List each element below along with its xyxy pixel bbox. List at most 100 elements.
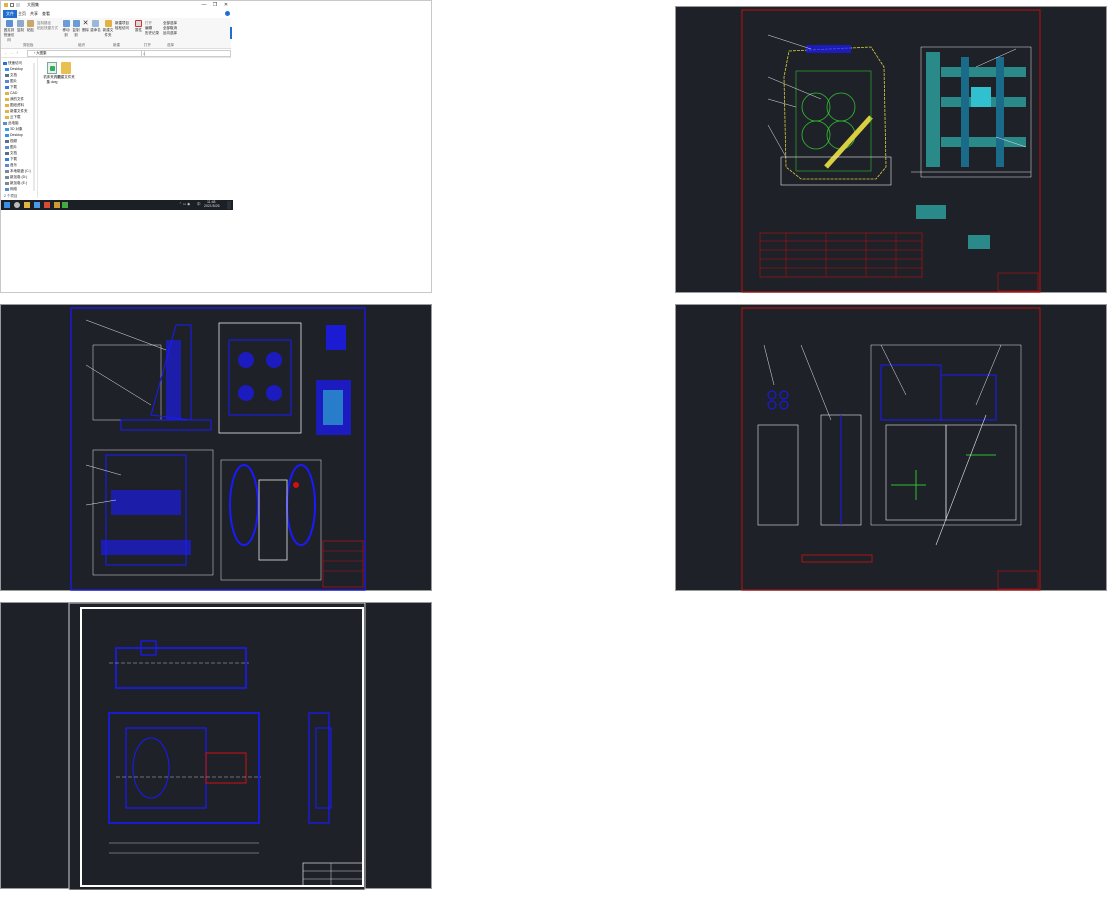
nav-item[interactable]: 新加卷 (D:) xyxy=(5,175,27,180)
nav-item-label: 新建文件夹 xyxy=(10,109,28,113)
file-explorer-window: 大图集 — ❐ ✕ 文件 主页 共享 查看 固定到快速访问 复制 粘贴 复制路径… xyxy=(0,0,432,293)
nav-item-icon xyxy=(5,187,9,191)
start-icon[interactable] xyxy=(4,202,10,208)
nav-item[interactable]: 下载 xyxy=(5,157,17,162)
nav-item[interactable]: 3D 对象 xyxy=(5,127,22,132)
notification-icon[interactable] xyxy=(227,201,231,209)
up-arrow-icon[interactable]: ↑ xyxy=(16,50,18,55)
nav-item-label: 本地磁盘 (C:) xyxy=(10,169,31,173)
help-icon[interactable] xyxy=(225,11,230,16)
nav-item[interactable]: 音乐 xyxy=(5,163,17,168)
nav-item-icon xyxy=(5,145,9,149)
pin-icon xyxy=(5,20,13,27)
nav-item-icon xyxy=(5,97,9,101)
properties-icon xyxy=(135,20,142,27)
rename-icon xyxy=(92,20,99,27)
nav-item[interactable]: 快速访问 xyxy=(3,61,22,66)
nav-item-icon xyxy=(5,163,9,167)
move-to-button[interactable]: 移动到 xyxy=(61,20,71,38)
search-taskbar-icon[interactable] xyxy=(14,202,20,208)
ime-indicator[interactable]: 中 xyxy=(197,202,201,207)
invert-selection-item[interactable]: 反向选择 xyxy=(163,31,177,36)
address-field[interactable]: › 大图集 xyxy=(27,50,145,57)
pin-button[interactable]: 固定到快速访问 xyxy=(3,20,15,43)
nav-item[interactable]: 网络 xyxy=(5,187,17,192)
delete-button[interactable]: ✕ 删除 xyxy=(81,20,90,33)
undo-icon[interactable] xyxy=(16,3,20,7)
cad-taskbar-icon[interactable] xyxy=(54,202,60,208)
nav-item-icon xyxy=(5,157,9,161)
nav-item-icon xyxy=(5,181,9,185)
nav-item-icon xyxy=(3,121,7,125)
edge-taskbar-icon[interactable] xyxy=(34,202,40,208)
drawing-4-graphic xyxy=(68,602,366,891)
nav-item[interactable]: 文档 xyxy=(5,151,17,156)
copy-to-button[interactable]: 复制到 xyxy=(71,20,81,38)
nav-item-icon xyxy=(5,73,9,77)
nav-item-icon xyxy=(5,79,9,83)
nav-item-icon xyxy=(5,139,9,143)
nav-item[interactable]: 此电脑 xyxy=(3,121,19,126)
copy-button[interactable]: 复制 xyxy=(16,20,25,33)
nav-item-label: 音乐 xyxy=(10,163,17,167)
nav-item[interactable]: Desktop xyxy=(5,133,23,137)
maximize-button[interactable]: ❐ xyxy=(210,1,220,9)
nav-item[interactable]: 图片 xyxy=(5,79,17,84)
file-list: 机床夹具图集.dwg 新建文件夹 xyxy=(38,58,231,198)
cad-drawing-1 xyxy=(675,6,1107,293)
easy-access-item[interactable]: 轻松访问 xyxy=(115,26,129,31)
quick-access-icon[interactable] xyxy=(10,3,14,7)
nav-item[interactable]: 视频 xyxy=(5,139,17,144)
drawing-1-graphic xyxy=(741,9,1041,293)
properties-button[interactable]: 属性 xyxy=(134,20,143,33)
nav-item[interactable]: 图片 xyxy=(5,145,17,150)
paste-button[interactable]: 粘贴 xyxy=(26,20,35,33)
history-item[interactable]: 历史记录 xyxy=(145,31,159,36)
nav-item-label: 图纸资料 xyxy=(10,103,24,107)
rename-button[interactable]: 重命名 xyxy=(90,20,101,33)
file-item-folder[interactable]: 新建文件夹 xyxy=(54,62,78,80)
search-input[interactable]: ⌕ xyxy=(141,50,231,57)
copy-icon xyxy=(17,20,24,27)
paste-shortcut-item[interactable]: 粘贴快捷方式 xyxy=(37,26,58,31)
nav-item-icon xyxy=(5,115,9,119)
nav-item-label: 我的文件 xyxy=(10,97,24,101)
cad-drawing-3 xyxy=(675,304,1107,591)
nav-item-label: 文档 xyxy=(10,151,17,155)
explorer-taskbar-icon[interactable] xyxy=(24,202,30,208)
nav-item-icon xyxy=(5,169,9,173)
close-button[interactable]: ✕ xyxy=(221,1,231,9)
group-label-clipboard: 剪贴板 xyxy=(23,43,34,47)
minimize-button[interactable]: — xyxy=(199,1,209,9)
nav-item[interactable]: 本地磁盘 (C:) xyxy=(5,169,31,174)
nav-item-label: 文档 xyxy=(10,73,17,77)
nav-item[interactable]: 文档 xyxy=(5,73,17,78)
app-taskbar-icon[interactable] xyxy=(44,202,50,208)
nav-item-label: 下载 xyxy=(10,157,17,161)
nav-item-icon xyxy=(5,175,9,179)
nav-scrollbar[interactable] xyxy=(33,63,35,191)
back-arrow-icon[interactable]: ← xyxy=(4,50,8,55)
wechat-taskbar-icon[interactable] xyxy=(62,202,68,208)
nav-item[interactable]: 图纸资料 xyxy=(5,103,24,108)
forward-arrow-icon[interactable]: → xyxy=(10,50,14,55)
tab-view[interactable]: 查看 xyxy=(39,10,53,18)
nav-item-label: Desktop xyxy=(10,67,23,71)
address-bar-row: ← → ↑ › 大图集 ⌕ xyxy=(1,49,231,58)
clock-date[interactable]: 2021/5/26 xyxy=(204,204,220,208)
nav-item-label: 图片 xyxy=(10,145,17,149)
nav-item-label: 网络 xyxy=(10,187,17,191)
nav-item[interactable]: 新建文件夹 xyxy=(5,109,28,114)
ribbon-scrollbar[interactable] xyxy=(230,27,232,39)
tray-icons[interactable]: ⌃ ▭ ◉ xyxy=(179,202,190,206)
nav-item[interactable]: 云下载 xyxy=(5,115,21,120)
new-folder-icon xyxy=(104,20,112,27)
nav-item[interactable]: Desktop xyxy=(5,67,23,71)
nav-item[interactable]: CAD xyxy=(5,91,17,95)
nav-item[interactable]: 我的文件 xyxy=(5,97,24,102)
new-folder-button[interactable]: 新建文件夹 xyxy=(102,20,114,38)
nav-item[interactable]: 新加卷 (E:) xyxy=(5,181,27,186)
nav-item[interactable]: 下载 xyxy=(5,85,17,90)
copy-to-icon xyxy=(72,20,80,27)
drawing-3-graphic xyxy=(741,307,1041,591)
